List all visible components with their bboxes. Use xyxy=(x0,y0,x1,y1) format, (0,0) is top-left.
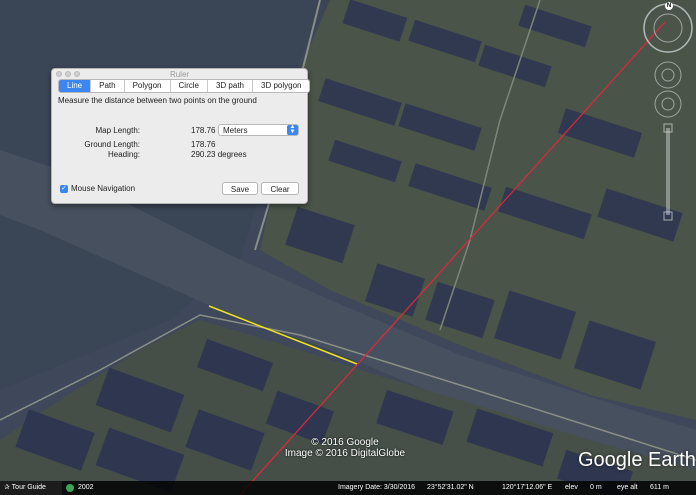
map-length-value: 178.76 xyxy=(191,126,216,135)
longitude-readout: 120°17'12.06" E xyxy=(502,484,553,491)
elevation-label: elev xyxy=(565,484,578,491)
google-earth-logo: Google Earth xyxy=(578,449,696,471)
eye-altitude-value: 611 m xyxy=(650,484,669,491)
move-joystick xyxy=(654,90,682,118)
imagery-date: Imagery Date: 3/30/2016 xyxy=(338,484,416,491)
tab-polygon[interactable]: Polygon xyxy=(125,80,171,92)
compass-north-label: N xyxy=(665,2,673,10)
clear-button[interactable]: Clear xyxy=(261,182,299,195)
tab-path[interactable]: Path xyxy=(91,80,125,92)
unit-select[interactable]: Meters ▲ ▼ xyxy=(218,124,299,136)
heading-label: Heading: xyxy=(107,150,140,159)
latitude-readout: 23°52'31.02" N xyxy=(427,484,474,491)
unit-select-value: Meters xyxy=(223,126,248,135)
elevation-value: 0 m xyxy=(590,484,602,491)
measure-mode-tabs: Line Path Polygon Circle 3D path 3D poly… xyxy=(58,79,311,93)
tab-3d-path[interactable]: 3D path xyxy=(208,80,253,92)
compass-ring xyxy=(643,3,693,53)
mouse-navigation-checkbox[interactable]: ✓ Mouse Navigation xyxy=(60,184,135,193)
copyright-imagery: Image © 2016 DigitalGlobe xyxy=(284,448,406,459)
look-joystick xyxy=(654,61,682,89)
tab-circle[interactable]: Circle xyxy=(171,80,208,92)
map-length-label: Map Length: xyxy=(95,126,140,135)
window-title: Ruler xyxy=(169,70,190,79)
checkmark-icon: ✓ xyxy=(60,184,68,193)
ruler-dialog: Ruler Line Path Polygon Circle 3D path 3… xyxy=(51,68,311,204)
mouse-navigation-label: Mouse Navigation xyxy=(71,184,136,193)
save-button[interactable]: Save xyxy=(222,182,258,195)
ruler-description: Measure the distance between two points … xyxy=(58,96,257,105)
historical-imagery-icon[interactable] xyxy=(66,484,74,492)
copyright-google: © 2016 Google xyxy=(311,437,379,448)
ground-length-value: 178.76 xyxy=(191,140,216,149)
status-bar: ✰ Tour Guide 2002 Imagery Date: 3/30/201… xyxy=(0,481,696,495)
tab-line[interactable]: Line xyxy=(59,80,92,92)
tour-guide-button[interactable]: ✰ Tour Guide xyxy=(0,481,62,495)
ruler-titlebar[interactable]: Ruler xyxy=(52,69,307,79)
heading-value: 290.23 degrees xyxy=(191,150,247,159)
ground-length-label: Ground Length: xyxy=(84,140,140,149)
tab-3d-polygon[interactable]: 3D polygon xyxy=(253,80,309,92)
chevron-updown-icon: ▲ ▼ xyxy=(287,124,298,135)
navigation-controls[interactable] xyxy=(640,0,696,240)
eye-altitude-label: eye alt xyxy=(617,484,638,491)
historical-year[interactable]: 2002 xyxy=(78,481,94,495)
